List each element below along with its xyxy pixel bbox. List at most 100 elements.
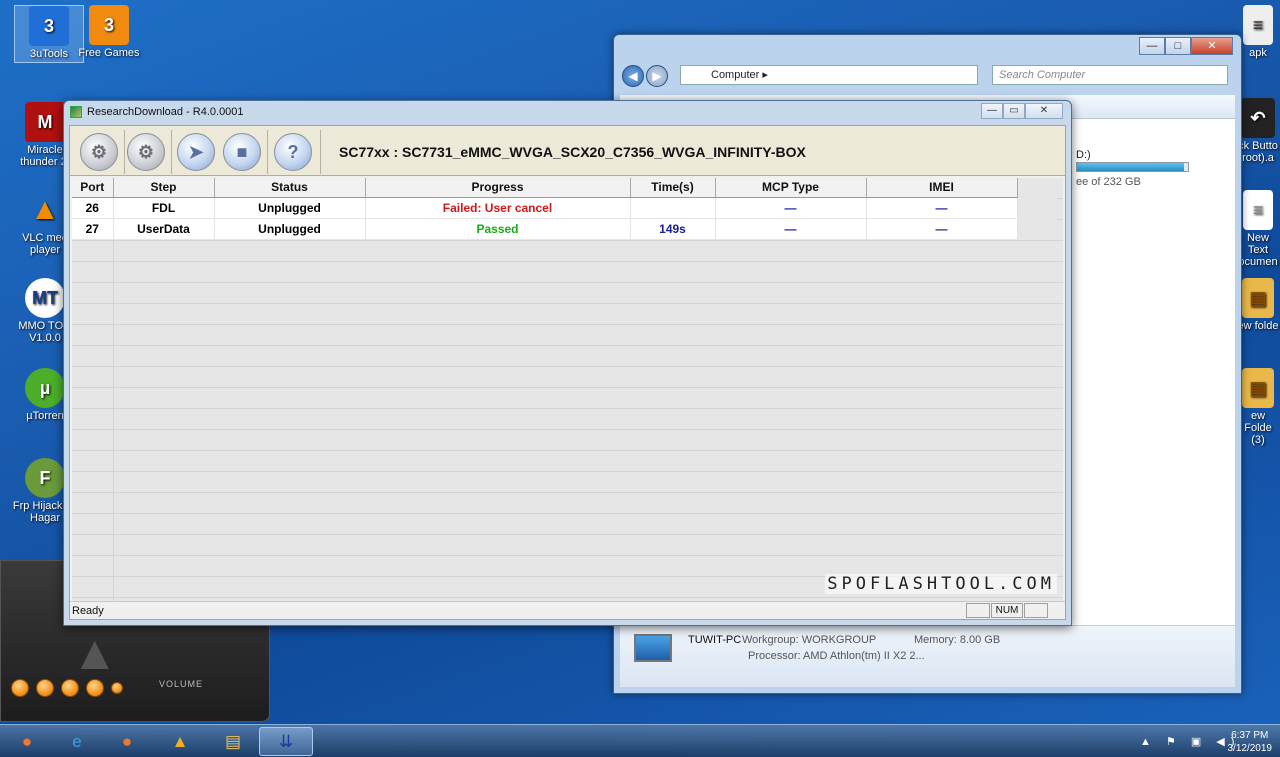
cell-imei: — [866,197,1018,219]
desktop-icon-label: ew Folde (3) [1244,410,1272,446]
app-icon [70,106,82,118]
details-pane: TUWIT-PC Workgroup: WORKGROUP Memory: 8.… [620,625,1235,687]
player-button[interactable] [86,679,104,697]
table-row[interactable]: 26 FDL Unplugged Failed: User cancel — — [72,197,1057,219]
col-header-mcp-type[interactable]: MCP Type [715,178,867,198]
cell-mcp-type: — [715,197,867,219]
maximize-button[interactable]: □ [1165,37,1191,55]
cell-status: Unplugged [214,218,366,240]
cell-time [630,197,716,219]
toolbar-separator [171,130,172,174]
cell-port: 26 [72,197,114,219]
pc-name: TUWIT-PC [688,634,742,646]
help-button[interactable]: ? [274,133,312,171]
workgroup: Workgroup: WORKGROUP [742,634,877,646]
col-header-port[interactable]: Port [72,178,114,198]
player-button[interactable] [111,682,123,694]
desktop-icon-label: ck Butto root).a [1238,140,1278,164]
taskbar-research-download-icon[interactable]: ⇊ [259,727,313,756]
frp-hijack-icon: F [25,458,65,498]
minimize-button[interactable]: — [981,103,1003,119]
miracle-icon: M [25,102,65,142]
desktop-icon-free-games[interactable]: 3 Free Games [74,5,144,59]
status-text: Ready [72,605,104,617]
taskbar-explorer-icon[interactable]: ▤ [206,727,260,756]
player-button[interactable] [11,679,29,697]
desktop-icon-new-folder[interactable]: ▤ ew folde [1236,278,1280,332]
toolbar: ⚙ ⚙ ➤ ■ ? SC77xx : SC7731_eMMC_WVGA_SCX2… [70,126,1065,176]
col-header-step[interactable]: Step [113,178,215,198]
address-bar[interactable]: Computer ▸ [680,65,978,85]
stop-download-button[interactable]: ■ [223,133,261,171]
col-header-time[interactable]: Time(s) [630,178,716,198]
taskbar-firefox-icon[interactable]: ● [0,727,54,756]
app-client: ⚙ ⚙ ➤ ■ ? SC77xx : SC7731_eMMC_WVGA_SCX2… [69,125,1066,620]
utorrent-icon: µ [25,368,65,408]
computer-icon [634,634,672,662]
desktop-icon-new-text[interactable]: ≡ New Text ocumen [1236,190,1280,268]
explorer-caption-buttons: — □ ✕ [1139,37,1233,55]
cell-progress: Passed [365,218,631,240]
table-header-row: Port Step Status Progress Time(s) MCP Ty… [72,178,1057,198]
drive-usage-bar [1076,162,1189,172]
taskbar-aimp-icon[interactable]: ▲ [153,727,207,756]
apk-file-icon: ≡ [1243,5,1273,45]
settings-gear-button[interactable]: ⚙ [80,133,118,171]
desktop-icon-label: ew folde [1237,320,1279,332]
cell-imei: — [866,218,1018,240]
search-input[interactable]: Search Computer [992,65,1228,85]
status-pane [1024,603,1048,618]
player-logo-icon: ▲ [71,627,119,680]
clock-date: 3/12/2019 [1227,743,1273,754]
load-packet-button[interactable]: ⚙ [127,133,165,171]
col-header-progress[interactable]: Progress [365,178,631,198]
desktop-icon-back-button[interactable]: ↶ ck Butto root).a [1236,98,1280,164]
desktop-icon-new-folder-3[interactable]: ▤ ew Folde (3) [1236,368,1280,446]
cell-time: 149s [630,218,716,240]
vlc-icon: ▲ [30,193,60,226]
col-header-filler [1017,178,1057,197]
watermark: SPOFLASHTOOL.COM [825,574,1057,594]
volume-label: VOLUME [159,679,204,689]
minimize-button[interactable]: — [1139,37,1165,55]
processor: Processor: AMD Athlon(tm) II X2 2... [748,650,925,662]
desktop-icon-apk[interactable]: ≡ apk [1236,5,1280,59]
col-header-status[interactable]: Status [214,178,366,198]
forward-button[interactable]: ▶ [646,65,668,87]
device-title: SC77xx : SC7731_eMMC_WVGA_SCX20_C7356_WV… [339,144,806,160]
mmo-tool-icon: MT [25,278,65,318]
cell-filler [1017,197,1057,218]
player-button[interactable] [61,679,79,697]
close-button[interactable]: ✕ [1191,37,1233,55]
cell-step: FDL [113,197,215,219]
system-tray-icons[interactable]: ▲ ⚑ ▣ ◀) [1140,735,1240,748]
cell-progress: Failed: User cancel [365,197,631,219]
app-title: ResearchDownload - R4.0.0001 [87,106,244,118]
cell-status: Unplugged [214,197,366,219]
player-button[interactable] [36,679,54,697]
cell-filler [1017,218,1057,239]
cell-port: 27 [72,218,114,240]
app-titlebar[interactable]: ResearchDownload - R4.0.0001 — ▭ ✕ [64,101,1071,123]
back-button[interactable]: ◀ [622,65,644,87]
taskbar-ie-icon[interactable]: e [50,727,104,756]
desktop-icon-label: 3uTools [30,48,68,60]
toolbar-separator [320,130,321,174]
col-header-imei[interactable]: IMEI [866,178,1018,198]
maximize-button[interactable]: ▭ [1003,103,1025,119]
taskbar: ● e ● ▲ ▤ ⇊ ▲ ⚑ ▣ ◀) 6:37 PM 3/12/2019 [0,724,1280,757]
table-row[interactable]: 27 UserData Unplugged Passed 149s — — [72,218,1057,240]
drive-free-space: ee of 232 GB [1076,176,1141,188]
start-download-button[interactable]: ➤ [177,133,215,171]
desktop-icon-label: Free Games [78,47,140,59]
clock[interactable]: 6:37 PM 3/12/2019 [1228,729,1273,755]
free-games-icon: 3 [89,5,129,45]
num-lock-indicator: NUM [991,603,1023,618]
research-download-window[interactable]: ResearchDownload - R4.0.0001 — ▭ ✕ ⚙ ⚙ ➤… [63,100,1072,626]
status-bar: Ready NUM [70,601,1065,619]
taskbar-firefox-2-icon[interactable]: ● [100,727,154,756]
cell-step: UserData [113,218,215,240]
port-grid[interactable]: Port Step Status Progress Time(s) MCP Ty… [72,178,1063,602]
back-arrow-icon: ↶ [1241,98,1275,138]
close-button[interactable]: ✕ [1025,103,1063,119]
